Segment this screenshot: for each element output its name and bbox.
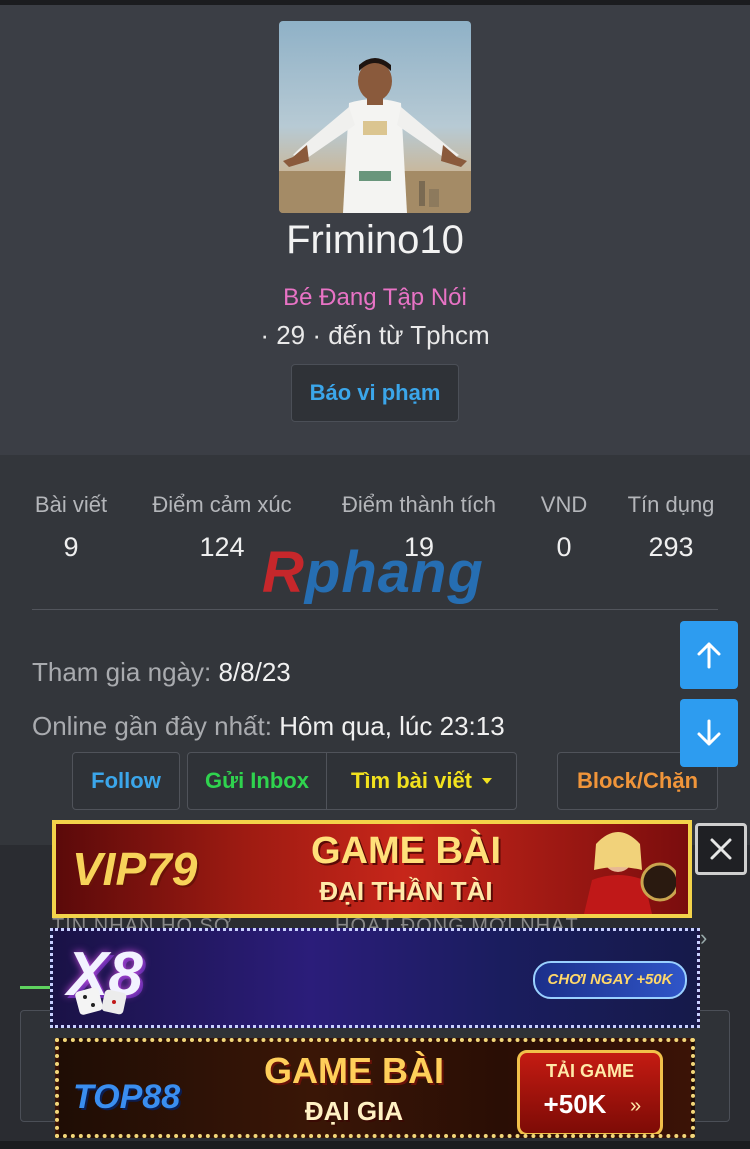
stat-label: Điểm cảm xúc [152,492,292,517]
joined-row: Tham gia ngày: 8/8/23 [32,657,291,688]
last-online-label: Online gần đây nhất: [32,711,272,741]
stat-credit[interactable]: Tín dụng 293 [622,492,720,563]
ad-banner-top88[interactable]: TOP88 GAME BÀI ĐẠI GIA TẢI GAME +50K » [55,1038,695,1138]
joined-value: 8/8/23 [218,657,291,687]
arrow-up-icon [697,642,721,669]
arrow-down-icon [697,719,721,746]
stat-vnd[interactable]: VND 0 [536,492,592,563]
stat-value: 9 [63,532,79,562]
follow-button[interactable]: Follow [72,752,180,810]
ad-cta-bonus: +50K [543,1089,607,1119]
watermark-word: phang [304,540,484,605]
ad-banner-vip79[interactable]: VIP79 GAME BÀI ĐẠI THẦN TÀI [52,820,692,918]
username: Frimino10 [286,218,464,262]
ad-cta-label: TẢI GAME [546,1061,634,1081]
stat-posts[interactable]: Bài viết 9 [30,492,112,563]
ad-headline: GAME BÀI [264,1050,444,1091]
ad-banner-x8[interactable]: X8 CHƠI NGAY +50K [50,928,700,1028]
ad-logo: VIP79 [72,843,198,895]
bottom-bar [0,1141,750,1149]
user-title: Bé Đang Tập Nói [283,284,467,311]
find-posts-label: Tìm bài viết [350,768,473,793]
joined-label: Tham gia ngày: [32,657,212,687]
ad-subline: ĐẠI GIA [304,1096,404,1126]
scroll-bottom-button[interactable] [680,699,738,767]
site-watermark: Rphang [262,543,490,603]
stat-label: Bài viết [34,492,108,517]
stat-value: 0 [556,532,572,562]
last-online-value: Hôm qua, lúc 23:13 [279,711,505,741]
ad-headline: GAME BÀI [311,830,501,872]
report-button[interactable]: Báo vi phạm [291,364,459,422]
ad-cta: CHƠI NGAY +50K [533,961,687,999]
stat-label: Tín dụng [627,492,715,517]
avatar[interactable] [279,21,471,213]
close-ad-button[interactable] [695,823,747,875]
caret-down-icon [482,778,493,784]
close-icon [710,838,732,860]
chevron-right-icon[interactable]: › [700,925,707,951]
stat-label: Điểm thành tích [341,492,497,517]
stat-label: VND [540,492,588,517]
send-inbox-button[interactable]: Gửi Inbox [187,752,327,810]
user-meta: · 29 · đến từ Tphcm [260,320,490,350]
dice-icon [75,987,127,1015]
chevron-down-icon: » [630,1095,642,1117]
stat-value: 293 [648,532,694,562]
ad-model-image [584,832,676,914]
ad-subline: ĐẠI THẦN TÀI [319,876,493,906]
avatar-photo [279,58,471,213]
ad-logo: TOP88 [73,1078,181,1116]
watermark-letter: R [262,540,305,605]
last-online-row: Online gần đây nhất: Hôm qua, lúc 23:13 [32,711,505,742]
ad-cta: TẢI GAME +50K » [517,1050,663,1134]
find-posts-button[interactable]: Tìm bài viết [326,752,517,810]
scroll-top-button[interactable] [680,621,738,689]
divider [32,609,718,610]
